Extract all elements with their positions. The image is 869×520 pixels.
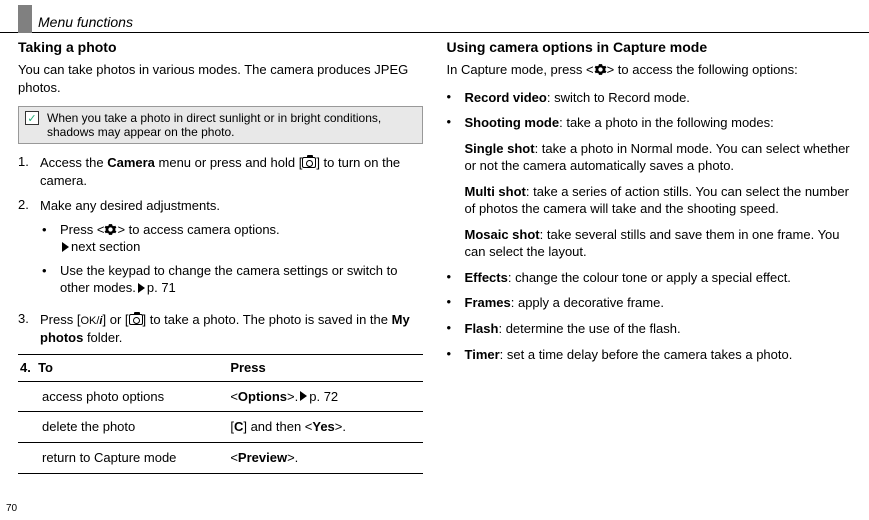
section-title-camera-options: Using camera options in Capture mode: [447, 39, 852, 55]
text: p. 72: [309, 389, 338, 404]
mode-key: Single shot: [465, 141, 535, 156]
right-column: Using camera options in Capture mode In …: [447, 39, 852, 474]
cell-press: <Preview>.: [228, 442, 422, 473]
options-list-2: Effects: change the colour tone or apply…: [447, 269, 852, 363]
option-key: Record video: [465, 90, 547, 105]
text: Press <: [60, 222, 104, 237]
checkmark-icon: ✓: [25, 111, 39, 125]
mode-key: Mosaic shot: [465, 227, 540, 242]
cell-press: <Options>. p. 72: [228, 381, 422, 412]
list-item: Flash: determine the use of the flash.: [447, 320, 852, 338]
header-tab-decoration: [18, 5, 32, 33]
mode-mosaic-shot: Mosaic shot: take several stills and sav…: [465, 226, 852, 261]
table-header-row: 4. To Press: [18, 355, 423, 382]
cell-press: [C] and then <Yes>.: [228, 412, 422, 443]
text: p. 71: [147, 280, 176, 295]
options-list: Record video: switch to Record mode. Sho…: [447, 89, 852, 132]
table-row: delete the photo [C] and then <Yes>.: [18, 412, 423, 443]
text: ] to take a photo. The photo is saved in…: [143, 312, 392, 327]
option-text: : take a photo in the following modes:: [559, 115, 774, 130]
camera-icon: [129, 314, 143, 325]
option-key: Timer: [465, 347, 500, 362]
left-column: Taking a photo You can take photos in va…: [18, 39, 423, 474]
cell-to: return to Capture mode: [18, 442, 228, 473]
option-text: : apply a decorative frame.: [511, 295, 664, 310]
header-to: To: [38, 360, 53, 375]
option-key: Frames: [465, 295, 511, 310]
mode-single-shot: Single shot: take a photo in Normal mode…: [465, 140, 852, 175]
triangle-icon: [138, 283, 145, 293]
text: Use the keypad to change the camera sett…: [60, 263, 397, 296]
step-4-number: 4.: [20, 360, 31, 375]
text: Press [: [40, 312, 80, 327]
text: ] or [: [102, 312, 128, 327]
text-bold: Preview: [238, 450, 287, 465]
text: ] and then <: [243, 419, 312, 434]
intro-right: In Capture mode, press < > to access the …: [447, 61, 852, 79]
text: <: [230, 450, 238, 465]
header-press: Press: [228, 355, 422, 382]
text: Make any desired adjustments.: [40, 198, 220, 213]
step-3: Press [OK/i] or [ ] to take a photo. The …: [18, 311, 423, 346]
text: next section: [71, 239, 140, 254]
text: folder.: [83, 330, 122, 345]
ok-i-icon: OK/i: [80, 315, 102, 327]
list-item: Timer: set a time delay before the camer…: [447, 346, 852, 364]
option-text: : set a time delay before the camera tak…: [500, 347, 793, 362]
header-title: Menu functions: [38, 14, 133, 32]
gear-icon: [594, 63, 607, 76]
text: Access the: [40, 155, 107, 170]
gear-icon: [104, 223, 117, 236]
option-key: Effects: [465, 270, 508, 285]
cell-to: access photo options: [18, 381, 228, 412]
text: >.: [335, 419, 346, 434]
step-1: Access the Camera menu or press and hold…: [18, 154, 423, 189]
page-number: 70: [6, 503, 17, 514]
camera-icon: [302, 157, 316, 168]
list-item: Record video: switch to Record mode.: [447, 89, 852, 107]
section-title-taking-photo: Taking a photo: [18, 39, 423, 55]
option-text: : switch to Record mode.: [547, 90, 690, 105]
text-bold: C: [234, 419, 243, 434]
step-2: Make any desired adjustments. Press < > t…: [18, 197, 423, 303]
text-bold: Yes: [312, 419, 334, 434]
text-bold: Camera: [107, 155, 155, 170]
step-2-sub-2: Use the keypad to change the camera sett…: [40, 262, 423, 297]
text-bold: Options: [238, 389, 287, 404]
option-text: : determine the use of the flash.: [498, 321, 680, 336]
text: > to access camera options.: [117, 222, 279, 237]
text: >.: [287, 450, 298, 465]
mode-key: Multi shot: [465, 184, 526, 199]
table-row: return to Capture mode <Preview>.: [18, 442, 423, 473]
steps-list: Access the Camera menu or press and hold…: [18, 154, 423, 346]
step-2-sub-1: Press < > to access camera options. next …: [40, 221, 423, 256]
intro-text: You can take photos in various modes. Th…: [18, 61, 423, 96]
text: menu or press and hold [: [155, 155, 302, 170]
list-item: Effects: change the colour tone or apply…: [447, 269, 852, 287]
option-key: Shooting mode: [465, 115, 560, 130]
triangle-icon: [300, 391, 307, 401]
option-key: Flash: [465, 321, 499, 336]
text: <: [230, 389, 238, 404]
triangle-icon: [62, 242, 69, 252]
text: >.: [287, 389, 298, 404]
text: > to access the following options:: [607, 62, 798, 77]
option-text: : change the colour tone or apply a spec…: [508, 270, 791, 285]
actions-table: 4. To Press access photo options <Option…: [18, 354, 423, 473]
list-item: Shooting mode: take a photo in the follo…: [447, 114, 852, 132]
note-box: ✓ When you take a photo in direct sunlig…: [18, 106, 423, 144]
table-row: access photo options <Options>. p. 72: [18, 381, 423, 412]
page-header: Menu functions: [0, 0, 869, 33]
list-item: Frames: apply a decorative frame.: [447, 294, 852, 312]
note-text: When you take a photo in direct sunlight…: [47, 111, 416, 139]
text: In Capture mode, press <: [447, 62, 594, 77]
mode-multi-shot: Multi shot: take a series of action stil…: [465, 183, 852, 218]
cell-to: delete the photo: [18, 412, 228, 443]
